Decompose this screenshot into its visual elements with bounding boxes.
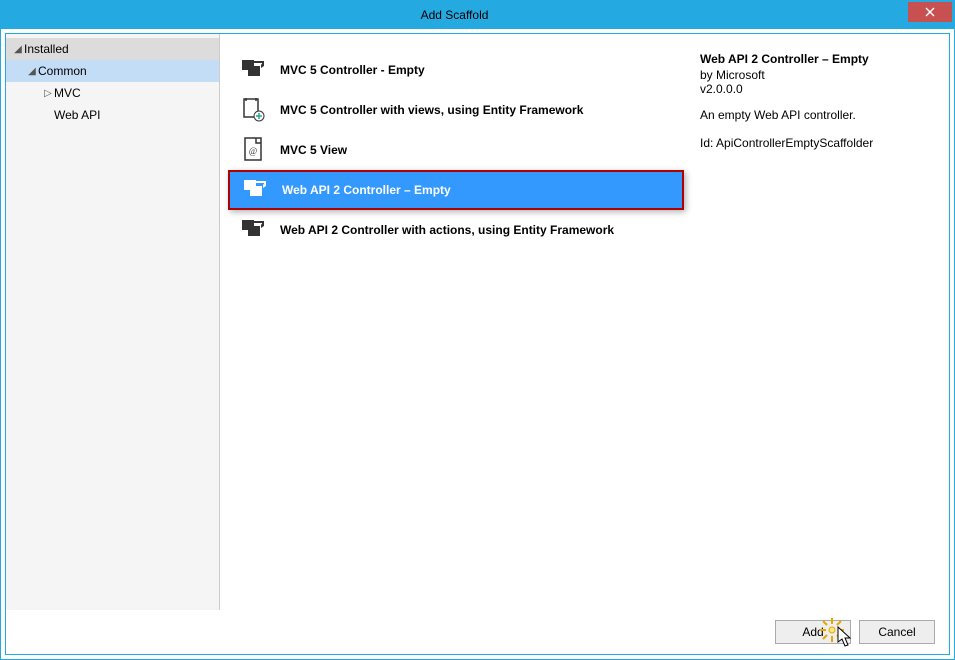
scaffold-item-mvc5-controller-empty[interactable]: MVC 5 Controller - Empty — [228, 50, 684, 90]
tree-item-webapi[interactable]: Web API — [6, 104, 219, 126]
scaffold-list: MVC 5 Controller - Empty MVC 5 Controlle… — [220, 34, 692, 610]
scaffold-item-label: MVC 5 Controller with views, using Entit… — [280, 103, 583, 117]
details-description: An empty Web API controller. — [700, 108, 937, 122]
svg-text:@: @ — [249, 146, 257, 156]
controller-icon — [240, 56, 268, 84]
titlebar: Add Scaffold — [1, 1, 954, 29]
tree-item-label: Common — [38, 64, 87, 78]
cancel-button-label: Cancel — [878, 625, 915, 639]
chevron-down-icon: ◢ — [12, 44, 24, 55]
controller-plus-icon — [240, 96, 268, 124]
main-area: MVC 5 Controller - Empty MVC 5 Controlle… — [220, 34, 949, 610]
window-title: Add Scaffold — [1, 8, 908, 22]
scaffold-item-webapi2-controller-ef[interactable]: Web API 2 Controller with actions, using… — [228, 210, 684, 250]
client-area: ◢ Installed ◢ Common ▷ MVC Web API — [5, 33, 950, 655]
details-panel: Web API 2 Controller – Empty by Microsof… — [692, 34, 949, 610]
dialog-window: Add Scaffold ◢ Installed ◢ Common ▷ MVC — [0, 0, 955, 660]
tree-item-label: Web API — [54, 108, 100, 122]
scaffold-item-label: MVC 5 Controller - Empty — [280, 63, 425, 77]
scaffold-item-label: Web API 2 Controller – Empty — [282, 183, 451, 197]
content-area: ◢ Installed ◢ Common ▷ MVC Web API — [6, 34, 949, 610]
scaffold-item-mvc5-view[interactable]: @ MVC 5 View — [228, 130, 684, 170]
controller-icon — [240, 216, 268, 244]
cancel-button[interactable]: Cancel — [859, 620, 935, 644]
scaffold-item-webapi2-controller-empty[interactable]: Web API 2 Controller – Empty — [228, 170, 684, 210]
add-button-label: Add — [802, 625, 823, 639]
close-icon — [925, 7, 935, 17]
category-tree: ◢ Installed ◢ Common ▷ MVC Web API — [6, 34, 220, 610]
view-icon: @ — [240, 136, 268, 164]
add-button[interactable]: Add — [775, 620, 851, 644]
dialog-footer: Add Cancel — [6, 610, 949, 654]
tree-item-label: MVC — [54, 86, 81, 100]
details-title: Web API 2 Controller – Empty — [700, 52, 937, 66]
scaffold-item-label: MVC 5 View — [280, 143, 347, 157]
details-publisher: by Microsoft — [700, 68, 937, 82]
tree-header-label: Installed — [24, 42, 69, 56]
chevron-right-icon: ▷ — [42, 88, 54, 99]
controller-icon — [242, 176, 270, 204]
scaffold-item-label: Web API 2 Controller with actions, using… — [280, 223, 614, 237]
scaffold-item-mvc5-controller-ef[interactable]: MVC 5 Controller with views, using Entit… — [228, 90, 684, 130]
tree-item-common[interactable]: ◢ Common — [6, 60, 219, 82]
tree-item-mvc[interactable]: ▷ MVC — [6, 82, 219, 104]
chevron-down-icon: ◢ — [26, 66, 38, 77]
tree-header-installed[interactable]: ◢ Installed — [6, 38, 219, 60]
details-id: Id: ApiControllerEmptyScaffolder — [700, 136, 937, 150]
close-button[interactable] — [908, 2, 952, 22]
details-version: v2.0.0.0 — [700, 82, 937, 96]
